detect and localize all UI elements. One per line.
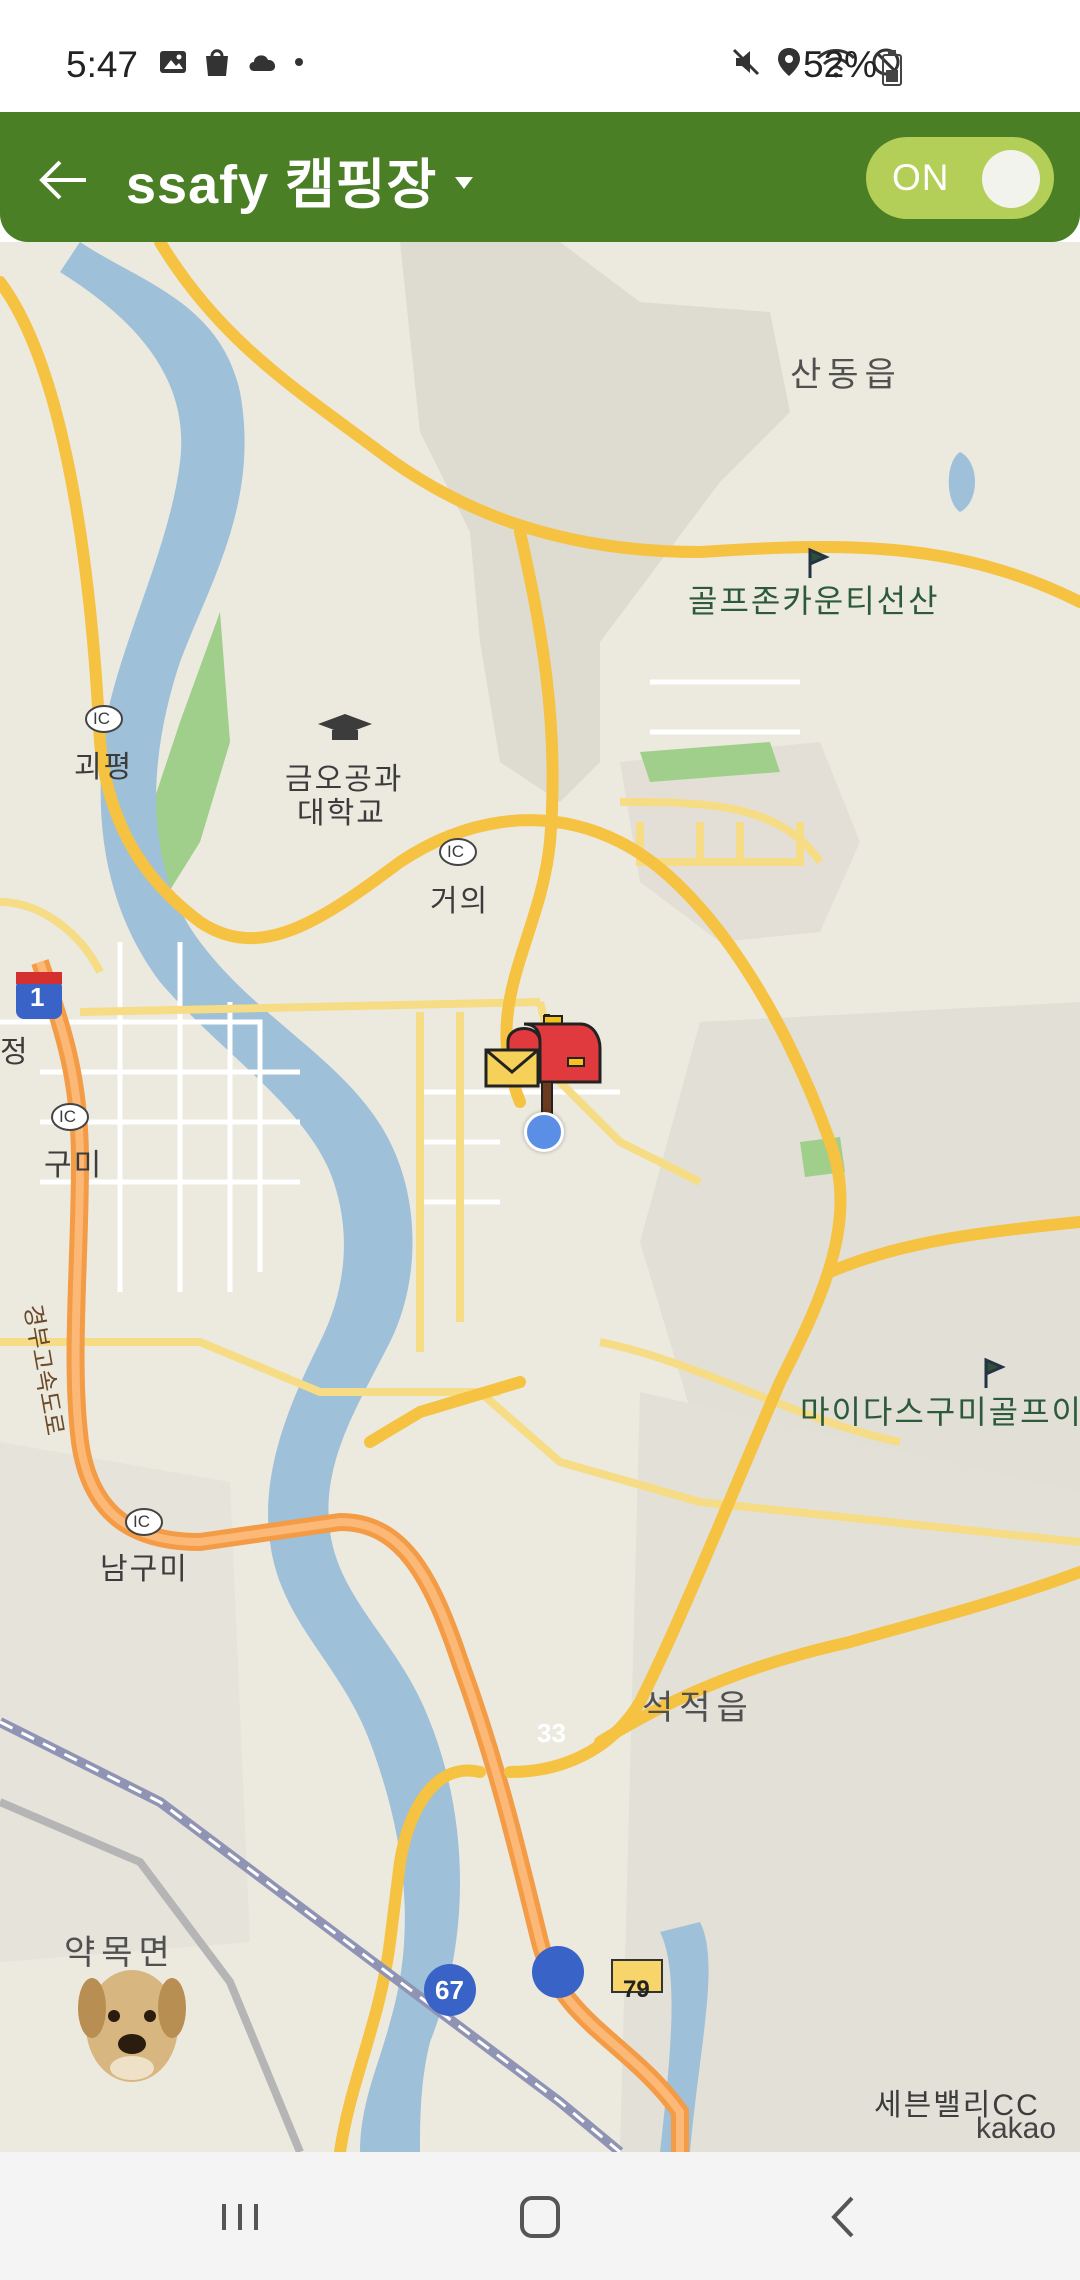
route-79-label: 79 xyxy=(623,1976,650,2003)
system-nav-bar xyxy=(0,2152,1080,2280)
toggle-label: ON xyxy=(892,157,950,198)
label-namgumi: 남구미 xyxy=(100,1553,189,1586)
image-icon xyxy=(160,51,186,73)
mute-icon xyxy=(732,48,760,76)
caret-down-icon xyxy=(455,176,474,189)
status-bar: 5:47 52% xyxy=(0,0,1080,112)
back-button[interactable] xyxy=(32,148,96,212)
label-madaeda-golf: 마이다스구미골프이 xyxy=(800,1394,1080,1430)
battery-level: 52% xyxy=(803,44,878,85)
ic-label-namgumi: IC xyxy=(133,1512,150,1531)
label-seokjeok: 석적읍 xyxy=(642,1689,754,1727)
mailbox-icon xyxy=(484,1014,602,1114)
dog-face-icon xyxy=(78,1970,186,2082)
label-jeong: 정 xyxy=(0,1036,30,1069)
recent-apps-button[interactable] xyxy=(200,2182,280,2252)
back-icon xyxy=(831,2196,854,2238)
dot-icon xyxy=(295,58,303,66)
label-geoui: 거의 xyxy=(430,885,490,918)
dog-avatar-marker[interactable] xyxy=(76,1964,188,2088)
route-1-label: 1 xyxy=(30,982,45,1012)
ic-label-geoui: IC xyxy=(447,842,464,861)
back-nav-button[interactable] xyxy=(804,2182,884,2252)
arrow-left-icon xyxy=(39,160,86,200)
university-icon xyxy=(318,714,372,740)
route-33-label: 33 xyxy=(537,1718,566,1748)
current-location-dot xyxy=(524,1112,564,1152)
battery-icon xyxy=(882,50,902,86)
app-header: ssafy 캠핑장 ON xyxy=(0,112,1080,242)
cloud-icon xyxy=(249,55,276,71)
ic-label-gumi: IC xyxy=(59,1107,76,1126)
location-icon xyxy=(778,48,800,76)
label-gumi: 구미 xyxy=(44,1149,104,1182)
label-golfzone: 골프존카운티선산 xyxy=(688,583,940,619)
status-time: 5:47 xyxy=(66,44,139,85)
map-view[interactable]: 1 33 67 79 IC IC IC IC 산동읍 골프존카운티선산 금오공과… xyxy=(0,242,1080,2152)
mailbox-marker[interactable] xyxy=(484,1014,604,1114)
label-goepyeong: 괴평 xyxy=(74,751,134,784)
home-icon xyxy=(520,2196,560,2238)
route-67-label: 67 xyxy=(435,1975,464,2005)
status-icons-left xyxy=(158,46,304,78)
ic-label-goepyeong: IC xyxy=(93,709,110,728)
recent-apps-icon xyxy=(222,2204,258,2230)
bag-icon xyxy=(206,49,228,76)
home-button[interactable] xyxy=(500,2182,580,2252)
page-title: ssafy 캠핑장 xyxy=(126,155,438,215)
toggle-knob xyxy=(982,150,1040,208)
kakao-attribution: kakao xyxy=(976,2112,1057,2145)
campground-selector[interactable]: ssafy 캠핑장 xyxy=(126,140,474,219)
label-geumo-univ-2: 대학교 xyxy=(297,797,386,830)
label-sandong: 산동읍 xyxy=(790,356,902,394)
map-canvas xyxy=(0,242,1080,2152)
on-off-toggle[interactable]: ON xyxy=(866,137,1054,219)
